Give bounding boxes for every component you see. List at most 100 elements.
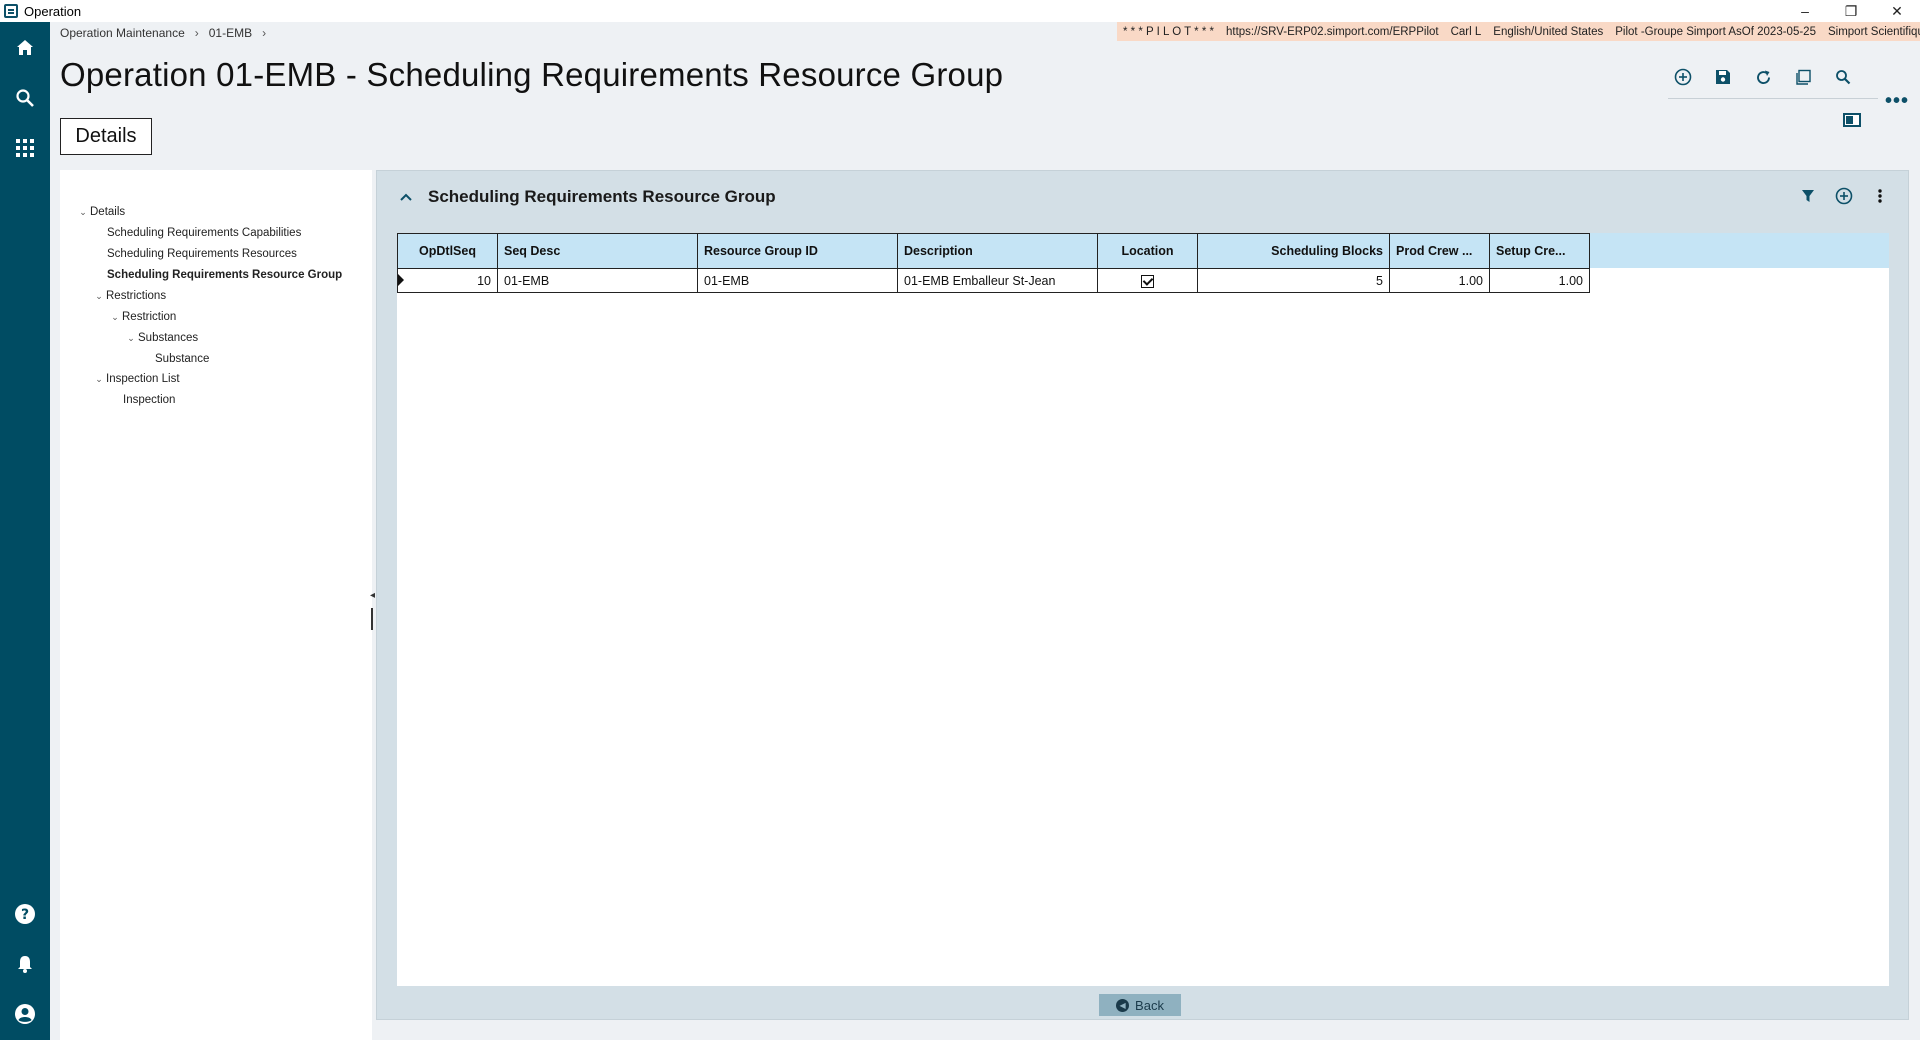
breadcrumb-item-operation[interactable]: 01-EMB <box>209 26 252 40</box>
search-icon[interactable] <box>1832 66 1854 88</box>
add-row-icon[interactable] <box>1834 186 1854 206</box>
current-row-indicator-icon <box>398 274 404 286</box>
back-button[interactable]: ◀ Back <box>1099 994 1181 1016</box>
bell-icon[interactable] <box>0 944 50 984</box>
panel-title: Scheduling Requirements Resource Group <box>428 187 776 206</box>
tab-details[interactable]: Details <box>60 118 152 155</box>
copy-icon[interactable] <box>1792 66 1814 88</box>
environment-company: Pilot -Groupe Simport AsOf 2023-05-25 <box>1615 25 1816 38</box>
tree-item-label: Substances <box>138 332 199 344</box>
user-icon[interactable] <box>0 994 50 1034</box>
cell-opdtlseq[interactable]: 10 <box>397 268 498 293</box>
chevron-right-icon: › <box>194 26 199 40</box>
toolbar-divider <box>1668 98 1878 99</box>
chevron-down-icon: ⌄ <box>95 373 103 384</box>
pilot-badge: * * * P I L O T * * * <box>1123 25 1214 38</box>
filter-icon[interactable] <box>1798 186 1818 206</box>
tree-item-inspection[interactable]: Inspection <box>123 394 175 406</box>
window-title-bar: Operation – ❐ ✕ <box>0 0 1920 22</box>
add-new-icon[interactable] <box>1672 66 1694 88</box>
tree-item-restriction[interactable]: ⌄ Restriction <box>110 311 176 323</box>
column-header-opdtlseq[interactable]: OpDtlSeq <box>397 233 498 269</box>
more-options-icon[interactable]: ••• <box>1885 90 1909 113</box>
column-header-description[interactable]: Description <box>897 233 1098 269</box>
column-header-scheduling-blocks[interactable]: Scheduling Blocks <box>1197 233 1390 269</box>
cell-resource-group-id[interactable]: 01-EMB <box>697 268 898 293</box>
apps-grid-icon[interactable] <box>0 128 50 168</box>
pane-splitter[interactable]: ◂ <box>370 590 375 630</box>
location-checkbox-checked[interactable] <box>1141 274 1154 288</box>
back-button-label: Back <box>1135 997 1164 1013</box>
kebab-menu-icon[interactable] <box>1870 186 1890 206</box>
panel-layout-icon[interactable] <box>1843 113 1861 127</box>
chevron-down-icon: ⌄ <box>79 206 87 217</box>
column-header-seq-desc[interactable]: Seq Desc <box>497 233 698 269</box>
cell-prod-crew[interactable]: 1.00 <box>1389 268 1490 293</box>
environment-site: Simport Scientifique Inc. <box>1827 25 1920 38</box>
chevron-down-icon: ⌄ <box>95 290 103 301</box>
tree-item-details[interactable]: ⌄ Details <box>78 206 125 218</box>
refresh-icon[interactable] <box>1752 66 1774 88</box>
chevron-down-icon: ⌄ <box>127 332 135 343</box>
cell-description[interactable]: 01-EMB Emballeur St-Jean <box>897 268 1098 293</box>
splitter-handle[interactable] <box>371 608 373 630</box>
column-header-location[interactable]: Location <box>1097 233 1198 269</box>
tree-item-restrictions[interactable]: ⌄ Restrictions <box>94 290 166 302</box>
help-icon[interactable]: ? <box>0 894 50 934</box>
tree-navigation: ⌄ Details Scheduling Requirements Capabi… <box>60 170 372 1040</box>
save-icon[interactable] <box>1712 66 1734 88</box>
environment-language: English/United States <box>1493 25 1604 38</box>
tree-item-label: Scheduling Requirements Capabilities <box>107 227 302 239</box>
minimize-button[interactable]: – <box>1782 0 1828 22</box>
back-arrow-icon: ◀ <box>1116 998 1130 1012</box>
app-icon <box>4 4 18 18</box>
environment-user: Carl L <box>1450 25 1482 38</box>
tree-item-label: Inspection List <box>106 373 180 385</box>
column-header-setup-crew[interactable]: Setup Cre... <box>1489 233 1590 269</box>
home-icon[interactable] <box>0 28 50 68</box>
environment-bar: * * * P I L O T * * * https://SRV-ERP02.… <box>1117 22 1920 41</box>
cell-scheduling-blocks[interactable]: 5 <box>1197 268 1390 293</box>
column-header-prod-crew[interactable]: Prod Crew ... <box>1389 233 1490 269</box>
chevron-up-icon[interactable] <box>399 189 413 205</box>
panel-header: Scheduling Requirements Resource Group <box>377 171 1908 223</box>
collapse-left-icon[interactable]: ◂ <box>370 590 375 601</box>
resource-group-panel: Scheduling Requirements Resource Group O… <box>376 170 1909 1020</box>
tree-item-substance[interactable]: Substance <box>155 353 209 365</box>
cell-location[interactable] <box>1097 268 1198 293</box>
tree-item-label: Scheduling Requirements Resources <box>107 248 297 260</box>
chevron-down-icon: ⌄ <box>111 311 119 322</box>
close-button[interactable]: ✕ <box>1874 0 1920 22</box>
window-title: Operation <box>24 3 82 19</box>
table-header-row: OpDtlSeq Seq Desc Resource Group ID Desc… <box>397 233 1590 269</box>
tree-item-scheduling-requirements-capabilities[interactable]: Scheduling Requirements Capabilities <box>107 227 301 239</box>
svg-text:?: ? <box>21 907 29 923</box>
tree-item-label: Inspection <box>123 394 176 406</box>
restore-button[interactable]: ❐ <box>1828 0 1874 22</box>
tree-item-inspection-list[interactable]: ⌄ Inspection List <box>94 373 180 385</box>
breadcrumb: Operation Maintenance › 01-EMB › <box>60 26 266 40</box>
tree-item-scheduling-requirements-resource-group[interactable]: Scheduling Requirements Resource Group <box>107 269 342 281</box>
table-row[interactable]: 10 01-EMB 01-EMB 01-EMB Emballeur St-Jea… <box>397 268 1590 293</box>
resource-group-table: OpDtlSeq Seq Desc Resource Group ID Desc… <box>397 233 1590 293</box>
left-nav-rail: ? <box>0 22 50 1040</box>
tree-item-label: Details <box>90 206 126 218</box>
tree-item-label: Substance <box>155 353 210 365</box>
panel-actions <box>1798 186 1890 206</box>
data-grid: OpDtlSeq Seq Desc Resource Group ID Desc… <box>397 233 1889 986</box>
page-title: Operation 01-EMB - Scheduling Requiremen… <box>60 56 1004 93</box>
tree-item-substances[interactable]: ⌄ Substances <box>126 332 198 344</box>
tree-item-label: Restriction <box>122 311 177 323</box>
tree-item-label: Restrictions <box>106 290 167 302</box>
tree-item-label: Scheduling Requirements Resource Group <box>107 269 343 281</box>
column-header-resource-group-id[interactable]: Resource Group ID <box>697 233 898 269</box>
tree-item-scheduling-requirements-resources[interactable]: Scheduling Requirements Resources <box>107 248 297 260</box>
cell-seq-desc[interactable]: 01-EMB <box>497 268 698 293</box>
page-toolbar <box>1672 66 1854 88</box>
breadcrumb-item-operation-maintenance[interactable]: Operation Maintenance <box>60 26 185 40</box>
window-controls: – ❐ ✕ <box>1782 0 1920 22</box>
environment-url: https://SRV-ERP02.simport.com/ERPPilot <box>1225 25 1439 38</box>
cell-setup-crew[interactable]: 1.00 <box>1489 268 1590 293</box>
chevron-right-icon: › <box>262 26 267 40</box>
search-icon[interactable] <box>0 78 50 118</box>
